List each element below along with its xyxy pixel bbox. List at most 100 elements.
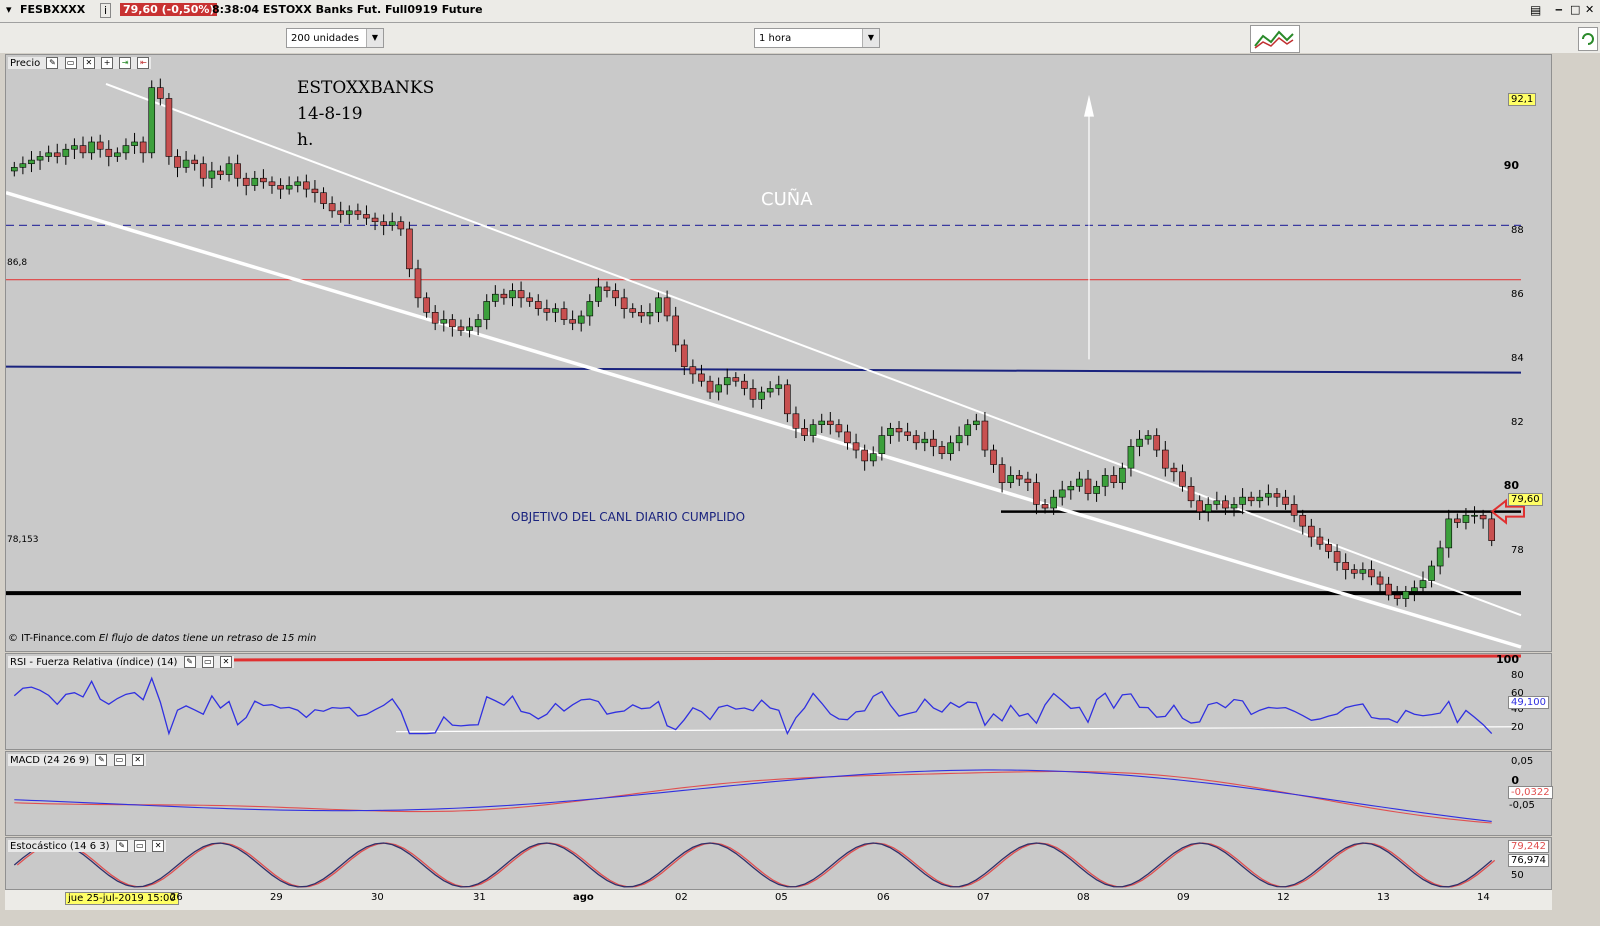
candle-body <box>1471 514 1478 517</box>
candle-body <box>388 221 396 226</box>
candle-body <box>1419 580 1427 589</box>
units-select[interactable]: 200 unidades ▼ <box>286 28 384 48</box>
macd-chart[interactable] <box>6 752 1553 837</box>
stoch-panel: Estocástico (14 6 3) ✎ ▭ ✕ 79,242 76,974… <box>5 837 1552 890</box>
rsi-chart[interactable] <box>6 654 1553 751</box>
candle-body <box>268 181 276 186</box>
candle-body <box>139 141 147 154</box>
candle-body <box>1050 496 1057 509</box>
level-line <box>6 365 1522 374</box>
window-icon[interactable]: ▭ <box>113 754 126 766</box>
candle-body <box>1161 449 1169 469</box>
candle-body <box>1299 514 1307 527</box>
rsi-panel-label: RSI - Fuerza Relativa (índice) (14) ✎ ▭ … <box>8 656 235 668</box>
candle-body <box>775 384 783 389</box>
x-tick: 02 <box>675 892 688 903</box>
candle-body <box>552 308 559 313</box>
candle-body <box>28 159 35 165</box>
candle-body <box>509 290 516 299</box>
stoch-panel-label: Estocástico (14 6 3) ✎ ▭ ✕ <box>8 840 167 852</box>
macd-label-text: MACD (24 26 9) <box>10 755 90 766</box>
wrench-icon[interactable]: ✎ <box>183 656 196 668</box>
candle-body <box>1024 478 1032 483</box>
candle-body <box>242 177 250 186</box>
wrench-icon[interactable]: ✎ <box>46 57 59 69</box>
remove-icon[interactable]: ⇤ <box>137 57 150 69</box>
close-icon[interactable]: ✕ <box>152 840 165 852</box>
candle-body <box>345 210 353 215</box>
candle-body <box>191 159 198 165</box>
candle-body <box>663 297 671 317</box>
stoch-value-tag-1: 79,242 <box>1508 840 1549 853</box>
candle-body <box>1007 475 1014 483</box>
candle-body <box>1256 496 1264 502</box>
candle-body <box>1041 504 1049 509</box>
menu-icon[interactable]: ▾ <box>6 3 12 16</box>
candle-body <box>320 192 327 204</box>
x-tick: 09 <box>1177 892 1190 903</box>
close-icon[interactable]: ✕ <box>220 656 233 668</box>
candle-body <box>122 145 130 154</box>
price-panel-label: Precio ✎ ▭ ✕ + ⇥ ⇤ <box>8 57 152 69</box>
price-chart[interactable] <box>6 55 1553 653</box>
candle-body <box>174 156 181 168</box>
close-icon[interactable]: ✕ <box>1585 3 1594 16</box>
wrench-icon[interactable]: ✎ <box>95 754 108 766</box>
candle-body <box>912 435 920 444</box>
candle-body <box>861 449 868 462</box>
macd-panel-label: MACD (24 26 9) ✎ ▭ ✕ <box>8 754 146 766</box>
period-select[interactable]: 1 hora ▼ <box>754 28 880 48</box>
candle-body <box>852 442 860 451</box>
window-icon[interactable]: ▭ <box>201 656 214 668</box>
candle-body <box>947 442 954 454</box>
annotation-line-1: ESTOXXBANKS <box>297 78 435 98</box>
refresh-button[interactable] <box>1578 27 1598 51</box>
chart-type-button[interactable] <box>1250 25 1300 53</box>
candle-body <box>492 293 499 302</box>
window-icon[interactable]: ▭ <box>64 57 77 69</box>
wrench-icon[interactable]: ✎ <box>115 840 128 852</box>
candle-body <box>835 424 843 433</box>
candle-body <box>380 221 387 226</box>
x-tick: ago <box>573 892 594 903</box>
candle-body <box>930 438 937 447</box>
candle-body <box>466 326 473 331</box>
candle-body <box>1350 569 1358 574</box>
candle-body <box>844 431 851 444</box>
cursor-date-label: jue 25-jul-2019 15:00 <box>65 892 179 905</box>
candle-body <box>371 217 379 223</box>
stoch-chart[interactable] <box>6 838 1553 891</box>
candle-body <box>1239 496 1246 505</box>
close-icon[interactable]: ✕ <box>131 754 144 766</box>
candle-body <box>1342 562 1349 570</box>
candle-body <box>483 301 491 320</box>
macd-tick-neg005: -0,05 <box>1509 800 1535 811</box>
maximize-icon[interactable]: □ <box>1570 3 1580 16</box>
candle-body <box>792 413 800 429</box>
close-icon[interactable]: ✕ <box>82 57 95 69</box>
info-icon[interactable]: i <box>100 3 112 18</box>
candle-body <box>1247 496 1255 502</box>
candle-body <box>998 464 1006 483</box>
candle-body <box>225 163 233 175</box>
layout-icon[interactable]: ▤ <box>1530 3 1541 17</box>
candle-body <box>1101 475 1109 487</box>
x-tick: 30 <box>371 892 384 903</box>
symbol-label[interactable]: FESBXXXX <box>20 3 85 16</box>
minimize-icon[interactable]: ‒ <box>1555 3 1563 16</box>
candle-body <box>1170 467 1178 473</box>
candle-body <box>569 319 576 324</box>
candle-body <box>517 290 525 299</box>
candle-body <box>732 377 740 382</box>
window-icon[interactable]: ▭ <box>133 840 146 852</box>
plus-icon[interactable]: + <box>101 57 114 69</box>
export-icon[interactable]: ⇥ <box>119 57 132 69</box>
candle-body <box>440 319 448 324</box>
candle-body <box>1084 478 1092 494</box>
x-tick: 29 <box>270 892 283 903</box>
chevron-down-icon[interactable]: ▼ <box>366 29 383 47</box>
candle-body <box>1067 485 1075 491</box>
candle-body <box>1411 587 1418 592</box>
chevron-down-icon[interactable]: ▼ <box>862 29 879 47</box>
candle-body <box>955 435 963 444</box>
